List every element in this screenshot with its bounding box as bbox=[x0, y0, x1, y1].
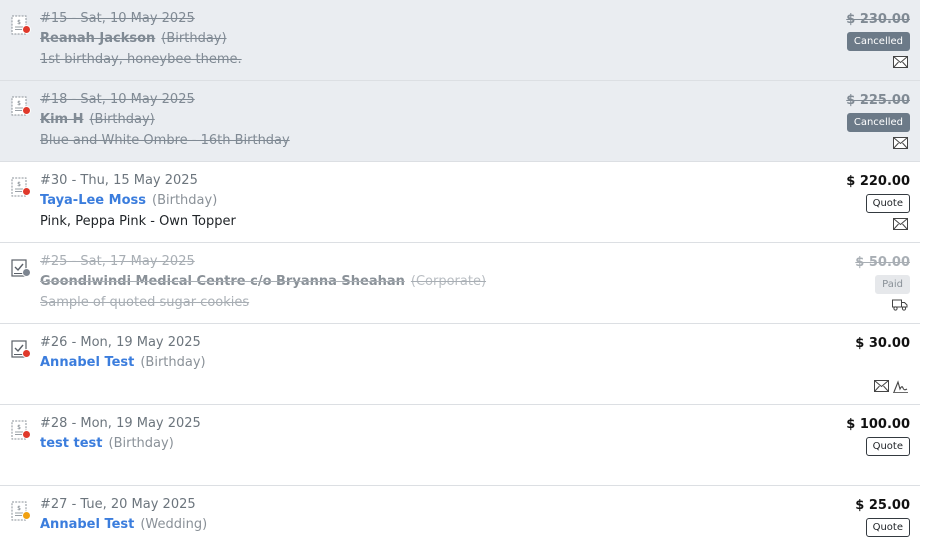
status-badge[interactable]: Quote bbox=[865, 518, 910, 537]
order-number-date: #18 - Sat, 10 May 2025 bbox=[40, 92, 195, 107]
status-dot bbox=[22, 187, 31, 196]
svg-text:$: $ bbox=[17, 19, 21, 26]
status-badge[interactable]: Quote bbox=[865, 437, 910, 456]
status-badge[interactable]: Cancelled bbox=[846, 32, 910, 51]
order-price: $ 50.00 bbox=[855, 255, 910, 270]
event-type: (Birthday) bbox=[89, 112, 155, 127]
customer-name-link[interactable]: Annabel Test bbox=[40, 517, 134, 532]
order-row[interactable]: $ #18 - Sat, 10 May 2025 Kim H (Birthday) Bl… bbox=[0, 81, 920, 162]
mail-icon[interactable] bbox=[874, 380, 889, 392]
customer-line: Reanah Jackson (Birthday) bbox=[40, 31, 227, 46]
mail-icon[interactable] bbox=[893, 137, 908, 149]
event-type: (Birthday) bbox=[108, 436, 174, 451]
order-row[interactable]: #25 - Sat, 17 May 2025 Goondiwindi Medica… bbox=[0, 243, 920, 324]
status-dot bbox=[22, 25, 31, 34]
order-price: $ 100.00 bbox=[846, 417, 910, 432]
order-list: $ #15 - Sat, 10 May 2025 Reanah Jackson (Bi… bbox=[0, 0, 920, 559]
event-type: (Birthday) bbox=[152, 193, 218, 208]
status-badge[interactable]: Quote bbox=[865, 194, 910, 213]
order-row[interactable]: #26 - Mon, 19 May 2025 Annabel Test (Birth… bbox=[0, 324, 920, 405]
customer-line: Annabel Test (Birthday) bbox=[40, 355, 206, 370]
customer-line: Taya-Lee Moss (Birthday) bbox=[40, 193, 217, 208]
svg-text:$: $ bbox=[17, 505, 21, 512]
customer-line: test test (Birthday) bbox=[40, 436, 174, 451]
status-dot bbox=[22, 268, 31, 277]
order-price: $ 220.00 bbox=[846, 174, 910, 189]
event-type: (Birthday) bbox=[161, 31, 227, 46]
action-icons bbox=[893, 217, 908, 231]
status-dot bbox=[22, 349, 31, 358]
order-number-date: #25 - Sat, 17 May 2025 bbox=[40, 254, 195, 269]
order-number-date: #27 - Tue, 20 May 2025 bbox=[40, 497, 196, 512]
order-row[interactable]: $ #27 - Tue, 20 May 2025 Annabel Test (Wedd… bbox=[0, 486, 920, 559]
customer-name-link[interactable]: Taya-Lee Moss bbox=[40, 193, 146, 208]
order-description: Sample of quoted sugar cookies bbox=[40, 295, 250, 310]
customer-line: Annabel Test (Wedding) bbox=[40, 517, 207, 532]
mail-icon[interactable] bbox=[893, 218, 908, 230]
order-row[interactable]: $ #30 - Thu, 15 May 2025 Taya-Lee Moss (Bir… bbox=[0, 162, 920, 243]
status-badge[interactable]: Cancelled bbox=[846, 113, 910, 132]
order-description: Pink, Peppa Pink - Own Topper bbox=[40, 214, 236, 229]
order-description: 1st birthday, honeybee theme. bbox=[40, 52, 242, 67]
event-type: (Wedding) bbox=[140, 517, 208, 532]
customer-name-link[interactable]: test test bbox=[40, 436, 103, 451]
customer-name-link[interactable]: Kim H bbox=[40, 112, 83, 127]
order-price: $ 30.00 bbox=[855, 336, 910, 351]
order-row[interactable]: $ #15 - Sat, 10 May 2025 Reanah Jackson (Bi… bbox=[0, 0, 920, 81]
status-dot bbox=[22, 511, 31, 520]
svg-text:$: $ bbox=[17, 424, 21, 431]
action-icons bbox=[874, 379, 908, 393]
order-row[interactable]: $ #28 - Mon, 19 May 2025 test test (Birthda… bbox=[0, 405, 920, 486]
order-price: $ 230.00 bbox=[846, 12, 910, 27]
mail-icon[interactable] bbox=[893, 56, 908, 68]
status-badge[interactable]: Paid bbox=[875, 275, 910, 294]
order-description: Blue and White Ombre - 16th Birthday bbox=[40, 133, 290, 148]
order-price: $ 25.00 bbox=[855, 498, 910, 513]
event-type: (Birthday) bbox=[140, 355, 206, 370]
status-dot bbox=[22, 430, 31, 439]
order-number-date: #26 - Mon, 19 May 2025 bbox=[40, 335, 201, 350]
action-icons bbox=[892, 298, 908, 312]
order-number-date: #28 - Mon, 19 May 2025 bbox=[40, 416, 201, 431]
customer-name-link[interactable]: Annabel Test bbox=[40, 355, 134, 370]
order-number-date: #15 - Sat, 10 May 2025 bbox=[40, 11, 195, 26]
customer-line: Kim H (Birthday) bbox=[40, 112, 155, 127]
action-icons bbox=[893, 136, 908, 150]
customer-name-link[interactable]: Goondiwindi Medical Centre c/o Bryanna S… bbox=[40, 274, 405, 289]
truck-icon[interactable] bbox=[892, 299, 908, 311]
action-icons bbox=[893, 55, 908, 69]
event-type: (Corporate) bbox=[410, 274, 487, 289]
customer-line: Goondiwindi Medical Centre c/o Bryanna S… bbox=[40, 274, 486, 289]
signature-icon[interactable] bbox=[893, 379, 908, 393]
status-dot bbox=[22, 106, 31, 115]
svg-text:$: $ bbox=[17, 181, 21, 188]
customer-name-link[interactable]: Reanah Jackson bbox=[40, 31, 155, 46]
order-number-date: #30 - Thu, 15 May 2025 bbox=[40, 173, 198, 188]
order-price: $ 225.00 bbox=[846, 93, 910, 108]
svg-text:$: $ bbox=[17, 100, 21, 107]
